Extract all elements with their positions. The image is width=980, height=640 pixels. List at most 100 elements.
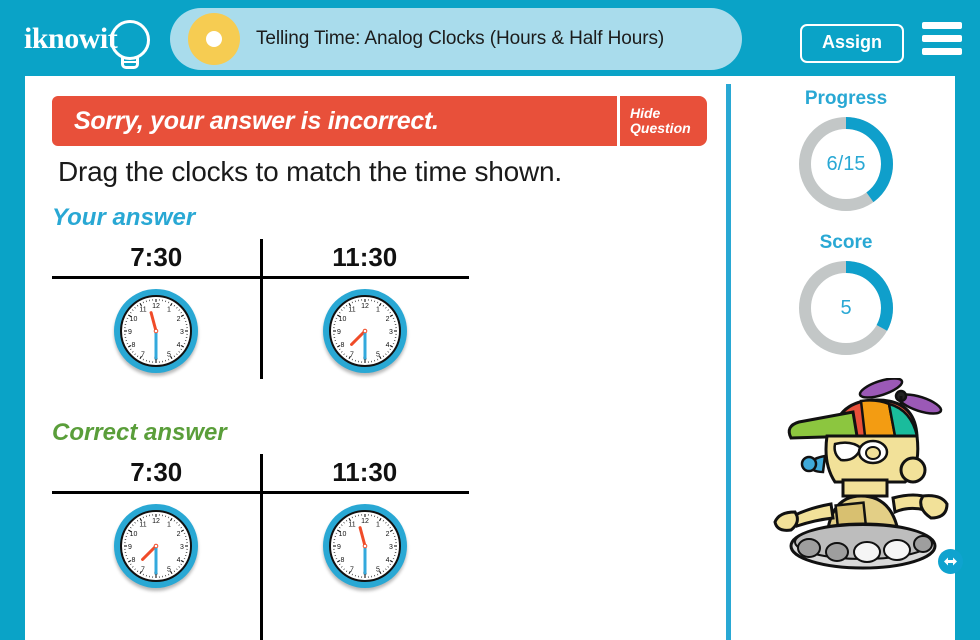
svg-text:9: 9 — [128, 544, 132, 551]
clock-hands: 123456789101112 — [332, 299, 397, 363]
svg-text:4: 4 — [385, 557, 389, 564]
correct-answer-grid: 7:30 11:30 123456789101112 1234567891011… — [52, 454, 469, 640]
svg-text:12: 12 — [152, 518, 160, 525]
correct-answer-clock-row: 123456789101112 123456789101112 — [52, 494, 469, 588]
svg-text:3: 3 — [180, 329, 184, 336]
svg-text:1: 1 — [167, 307, 171, 314]
resize-horizontal-icon[interactable] — [937, 548, 964, 575]
clock-hands: 123456789101112 — [124, 514, 189, 578]
svg-text:10: 10 — [130, 531, 138, 538]
svg-text:7: 7 — [141, 567, 145, 574]
svg-text:1: 1 — [167, 522, 171, 529]
lesson-dot-inner-icon — [206, 31, 222, 47]
svg-text:9: 9 — [128, 329, 132, 336]
progress-meter: Progress 6/15 — [737, 88, 955, 214]
svg-text:12: 12 — [361, 303, 369, 310]
iknowit-logo[interactable]: iknowit — [22, 14, 162, 69]
svg-text:5: 5 — [167, 352, 171, 359]
clock-face[interactable]: 123456789101112 — [114, 289, 199, 373]
score-value: 5 — [840, 296, 852, 319]
status-sidebar: Progress 6/15 Score 5 — [737, 76, 963, 640]
progress-ring: 6/15 — [796, 114, 896, 214]
svg-text:1: 1 — [376, 307, 380, 314]
your-answer-label: Your answer — [52, 204, 196, 231]
svg-text:2: 2 — [177, 531, 181, 538]
logo-text: iknowit — [24, 22, 118, 55]
hide-question-line1: Hide — [630, 105, 661, 121]
svg-text:7: 7 — [350, 352, 354, 359]
clock-hands: 123456789101112 — [332, 514, 397, 578]
correct-answer-cell: 123456789101112 — [261, 494, 470, 588]
svg-text:4: 4 — [177, 557, 181, 564]
robot-mascot-with-propeller-cap — [765, 377, 955, 578]
svg-text:11: 11 — [348, 522, 355, 529]
svg-text:8: 8 — [340, 342, 344, 349]
assign-button[interactable]: Assign — [799, 24, 904, 63]
your-answer-clock-row: 123456789101112 123456789101112 — [52, 279, 469, 373]
svg-text:5: 5 — [167, 567, 171, 574]
clock-face: 123456789101112 — [114, 504, 199, 588]
app-root: iknowit Telling Time: Analog Clocks (Hou… — [0, 0, 980, 640]
svg-text:10: 10 — [338, 531, 346, 538]
svg-text:4: 4 — [177, 342, 181, 349]
feedback-message-box: Sorry, your answer is incorrect. — [52, 96, 617, 146]
lightbulb-icon — [110, 20, 150, 60]
svg-text:12: 12 — [152, 303, 160, 310]
score-title: Score — [819, 232, 873, 253]
hide-question-button[interactable]: Hide Question — [617, 96, 707, 146]
svg-text:9: 9 — [337, 329, 341, 336]
clock-face[interactable]: 123456789101112 — [322, 289, 407, 373]
svg-text:5: 5 — [376, 352, 380, 359]
feedback-message: Sorry, your answer is incorrect. — [74, 106, 439, 135]
svg-text:9: 9 — [337, 544, 341, 551]
hide-question-line2: Question — [630, 120, 691, 136]
svg-text:3: 3 — [180, 544, 184, 551]
svg-text:7: 7 — [141, 352, 145, 359]
svg-text:12: 12 — [361, 518, 369, 525]
app-header: iknowit Telling Time: Analog Clocks (Hou… — [0, 0, 980, 76]
feedback-banner: Sorry, your answer is incorrect. Hide Qu… — [52, 96, 707, 146]
lesson-title-pill: Telling Time: Analog Clocks (Hours & Hal… — [170, 8, 742, 70]
lightbulb-base-icon — [121, 57, 139, 69]
svg-text:10: 10 — [130, 316, 138, 323]
svg-text:3: 3 — [389, 544, 393, 551]
score-meter: Score 5 — [737, 232, 955, 358]
svg-text:11: 11 — [140, 307, 147, 314]
progress-title: Progress — [804, 88, 888, 109]
svg-text:2: 2 — [385, 531, 389, 538]
lesson-dot-icon — [188, 13, 240, 65]
your-answer-grid: 7:30 11:30 123456789101112 1234567891011… — [52, 239, 469, 379]
correct-answer-header-row: 7:30 11:30 — [52, 454, 469, 494]
svg-text:2: 2 — [385, 316, 389, 323]
svg-text:5: 5 — [376, 567, 380, 574]
svg-text:4: 4 — [385, 342, 389, 349]
correct-answer-cell: 123456789101112 — [52, 494, 261, 588]
your-answer-column-header: 7:30 — [130, 242, 183, 272]
lesson-title: Telling Time: Analog Clocks (Hours & Hal… — [256, 28, 665, 49]
correct-answer-column-header: 7:30 — [130, 457, 183, 487]
question-prompt: Drag the clocks to match the time shown. — [58, 156, 562, 187]
svg-text:8: 8 — [132, 342, 136, 349]
hamburger-bar — [922, 22, 962, 29]
svg-text:3: 3 — [389, 329, 393, 336]
svg-text:2: 2 — [177, 316, 181, 323]
svg-text:7: 7 — [350, 567, 354, 574]
hamburger-menu-icon[interactable] — [922, 22, 962, 56]
svg-text:11: 11 — [348, 307, 355, 314]
clock-face: 123456789101112 — [322, 504, 407, 588]
svg-text:11: 11 — [140, 522, 147, 529]
your-answer-header-row: 7:30 11:30 — [52, 239, 469, 279]
svg-text:8: 8 — [340, 557, 344, 564]
svg-text:8: 8 — [132, 557, 136, 564]
content-sidebar-divider — [726, 84, 731, 640]
hamburger-bar — [922, 48, 962, 55]
content-panel: Sorry, your answer is incorrect. Hide Qu… — [25, 76, 963, 640]
your-answer-column-header: 11:30 — [332, 242, 398, 272]
your-answer-cell[interactable]: 123456789101112 — [52, 279, 261, 373]
progress-value: 6/15 — [826, 152, 866, 175]
svg-text:1: 1 — [376, 522, 380, 529]
hamburger-bar — [922, 35, 962, 42]
your-answer-cell[interactable]: 123456789101112 — [261, 279, 470, 373]
score-ring: 5 — [796, 258, 896, 358]
correct-answer-label: Correct answer — [52, 419, 227, 446]
